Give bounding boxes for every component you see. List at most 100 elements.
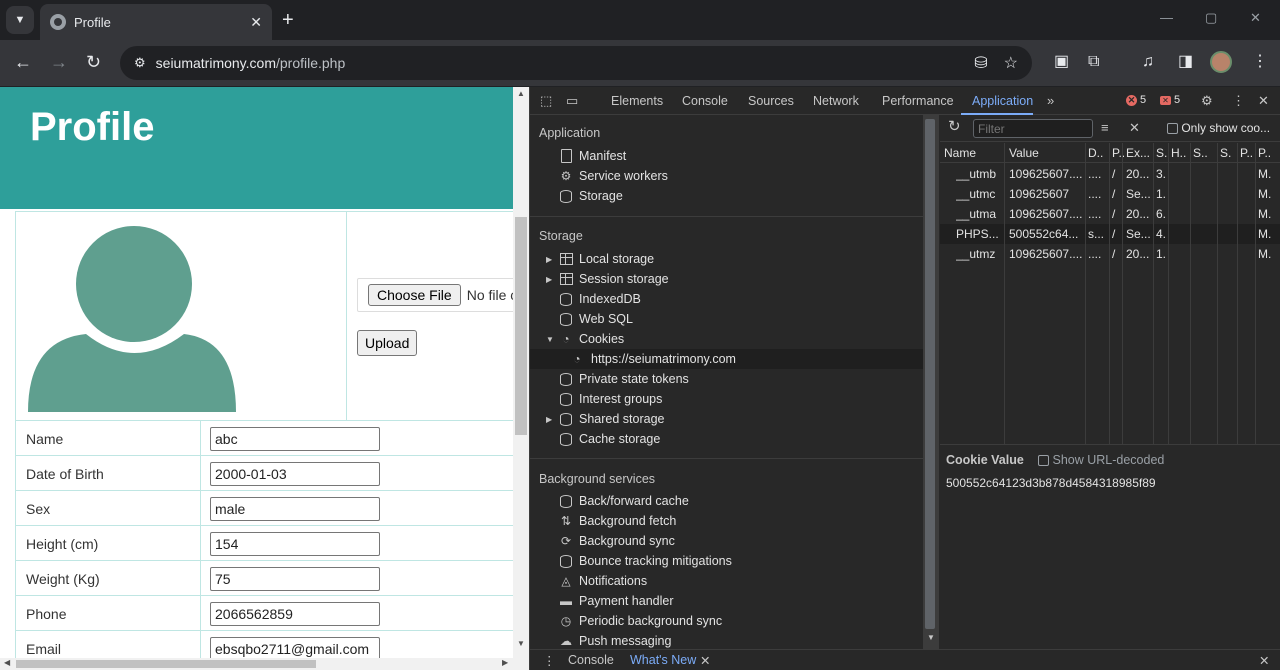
dob-field[interactable] bbox=[210, 462, 380, 486]
tree-background-fetch[interactable]: ⇅ Background fetch bbox=[530, 511, 923, 531]
cookie-row[interactable]: __utma 109625607......../20... 6. M. bbox=[940, 204, 1280, 224]
drawer-tab-whats-new[interactable]: What's New bbox=[630, 653, 696, 667]
col-header[interactable]: S.. bbox=[1193, 146, 1211, 160]
cookie-value-text[interactable]: 500552c64123d3b878d4584318985f89 bbox=[946, 476, 1156, 490]
tab-application[interactable]: Application bbox=[972, 94, 1033, 108]
scroll-right-icon[interactable]: ▶ bbox=[502, 658, 508, 667]
tree-cache-storage[interactable]: Cache storage bbox=[530, 429, 923, 449]
tree-local-storage[interactable]: ▶ Local storage bbox=[530, 249, 923, 269]
cookie-row[interactable]: __utmz 109625607......../20... 1. M. bbox=[940, 244, 1280, 264]
cookie-filter-input[interactable] bbox=[973, 119, 1093, 138]
tab-search-button[interactable]: ▼ bbox=[6, 6, 34, 34]
tree-service-workers[interactable]: ⚙ Service workers bbox=[530, 166, 923, 186]
tree-web-sql[interactable]: Web SQL bbox=[530, 309, 923, 329]
scroll-thumb[interactable] bbox=[515, 217, 527, 435]
close-tab-icon[interactable]: ✕ bbox=[250, 14, 262, 31]
tree-periodic-sync[interactable]: ◷ Periodic background sync bbox=[530, 611, 923, 631]
collapse-arrow-icon[interactable]: ▼ bbox=[546, 335, 554, 344]
tab-console[interactable]: Console bbox=[682, 94, 728, 108]
page-vertical-scrollbar[interactable]: ▲ ▼ bbox=[513, 87, 529, 658]
col-header[interactable]: S.. bbox=[1156, 146, 1168, 160]
phone-field[interactable] bbox=[210, 602, 380, 626]
col-header[interactable]: S.. bbox=[1220, 146, 1232, 160]
tree-private-state-tokens[interactable]: Private state tokens bbox=[530, 369, 923, 389]
expand-arrow-icon[interactable]: ▶ bbox=[546, 275, 552, 284]
error-badge[interactable]: ✕ 5 bbox=[1126, 94, 1146, 106]
devtools-menu-icon[interactable]: ⋮ bbox=[1232, 93, 1245, 109]
settings-gear-icon[interactable]: ⚙ bbox=[1201, 93, 1213, 109]
tree-bounce-tracking[interactable]: Bounce tracking mitigations bbox=[530, 551, 923, 571]
tree-manifest[interactable]: Manifest bbox=[530, 146, 923, 166]
extensions-puzzle-icon[interactable]: ⧉ bbox=[1088, 52, 1099, 72]
inspect-element-icon[interactable]: ⬚ bbox=[540, 93, 552, 109]
url-text[interactable]: seiumatrimony.com/profile.php bbox=[156, 55, 959, 71]
col-header[interactable]: Name bbox=[944, 146, 1002, 160]
weight-field[interactable] bbox=[210, 567, 380, 591]
tree-bfcache[interactable]: Back/forward cache bbox=[530, 491, 923, 511]
col-header[interactable]: H.. bbox=[1171, 146, 1187, 160]
address-bar[interactable]: ⚙ seiumatrimony.com/profile.php ⛁ ☆ bbox=[120, 46, 1032, 80]
delete-selected-icon[interactable]: ✕ bbox=[1129, 120, 1140, 136]
media-queue-icon[interactable]: ♫ bbox=[1142, 52, 1154, 72]
choose-file-button[interactable]: Choose File bbox=[368, 284, 461, 306]
more-tabs-icon[interactable]: » bbox=[1047, 93, 1054, 109]
upload-button[interactable]: Upload bbox=[357, 330, 418, 356]
name-field[interactable] bbox=[210, 427, 380, 451]
profile-avatar[interactable] bbox=[1210, 51, 1232, 73]
col-header[interactable]: Value bbox=[1009, 146, 1085, 160]
refresh-icon[interactable]: ↻ bbox=[948, 119, 961, 135]
expand-arrow-icon[interactable]: ▶ bbox=[546, 255, 552, 264]
new-tab-button[interactable]: + bbox=[282, 8, 294, 32]
col-header[interactable]: P.. bbox=[1240, 146, 1252, 160]
sex-field[interactable] bbox=[210, 497, 380, 521]
scroll-down-icon[interactable]: ▼ bbox=[927, 633, 935, 642]
tree-push-messaging[interactable]: ☁ Push messaging bbox=[530, 631, 923, 649]
sidebar-scrollbar[interactable]: ▼ bbox=[923, 115, 939, 649]
tree-cookie-origin[interactable]: ◔ https://seiumatrimony.com bbox=[530, 349, 923, 369]
database-icon[interactable]: ⛁ bbox=[974, 53, 987, 73]
close-devtools-icon[interactable]: ✕ bbox=[1258, 93, 1269, 109]
checkbox[interactable] bbox=[1038, 455, 1049, 467]
device-toolbar-icon[interactable]: ▭ bbox=[566, 93, 578, 109]
side-panel-icon[interactable]: ◨ bbox=[1178, 52, 1193, 72]
tree-notifications[interactable]: ◬ Notifications bbox=[530, 571, 923, 591]
tree-interest-groups[interactable]: Interest groups bbox=[530, 389, 923, 409]
scroll-left-icon[interactable]: ◀ bbox=[4, 658, 10, 667]
drawer-menu-icon[interactable]: ⋮ bbox=[543, 653, 556, 668]
checkbox[interactable] bbox=[1167, 123, 1178, 135]
expand-arrow-icon[interactable]: ▶ bbox=[546, 415, 552, 424]
cookie-row[interactable]: PHPS... 500552c64... s... / Se... 4. M. bbox=[940, 224, 1280, 244]
close-drawer-icon[interactable]: ✕ bbox=[1259, 653, 1269, 668]
issue-badge[interactable]: ✕ 5 bbox=[1160, 94, 1180, 106]
tree-session-storage[interactable]: ▶ Session storage bbox=[530, 269, 923, 289]
file-input[interactable]: Choose File No file chosen bbox=[357, 278, 527, 312]
tab-network[interactable]: Network bbox=[813, 94, 859, 108]
only-show-issues-toggle[interactable]: Only show coo... bbox=[1167, 121, 1270, 135]
tab-performance[interactable]: Performance bbox=[882, 94, 954, 108]
height-field[interactable] bbox=[210, 532, 380, 556]
window-close-icon[interactable]: ✕ bbox=[1250, 10, 1261, 26]
col-header[interactable]: D.. bbox=[1088, 146, 1108, 160]
tree-cookies[interactable]: ▼ ◔ Cookies bbox=[530, 329, 923, 349]
clear-filtered-icon[interactable]: ≡ bbox=[1101, 120, 1109, 136]
tree-background-sync[interactable]: ⟳ Background sync bbox=[530, 531, 923, 551]
reload-icon[interactable]: ↻ bbox=[86, 52, 101, 72]
hscroll-thumb[interactable] bbox=[16, 660, 316, 668]
tree-shared-storage[interactable]: ▶ Shared storage bbox=[530, 409, 923, 429]
cookie-row[interactable]: __utmb 109625607......../20... 3. M. bbox=[940, 164, 1280, 184]
scroll-up-icon[interactable]: ▲ bbox=[517, 89, 525, 98]
page-horizontal-scrollbar[interactable]: ◀ ▶ bbox=[0, 658, 529, 670]
col-header[interactable]: Ex... bbox=[1126, 146, 1154, 160]
show-url-decoded-toggle[interactable]: Show URL-decoded bbox=[1038, 453, 1164, 467]
drawer-tab-console[interactable]: Console bbox=[568, 653, 614, 667]
sidebar-scroll-thumb[interactable] bbox=[925, 119, 935, 629]
minimize-icon[interactable]: — bbox=[1160, 10, 1173, 25]
col-header[interactable]: P.. bbox=[1258, 146, 1278, 160]
bookmark-star-icon[interactable]: ☆ bbox=[1004, 53, 1018, 73]
tree-indexeddb[interactable]: IndexedDB bbox=[530, 289, 923, 309]
cookie-row[interactable]: __utmc 109625607.... / Se... 1. M. bbox=[940, 184, 1280, 204]
scroll-down-icon[interactable]: ▼ bbox=[517, 639, 525, 648]
menu-kebab-icon[interactable]: ⋮ bbox=[1252, 52, 1268, 72]
site-info-icon[interactable]: ⚙ bbox=[134, 55, 146, 71]
close-whats-new-icon[interactable]: ✕ bbox=[700, 653, 710, 668]
